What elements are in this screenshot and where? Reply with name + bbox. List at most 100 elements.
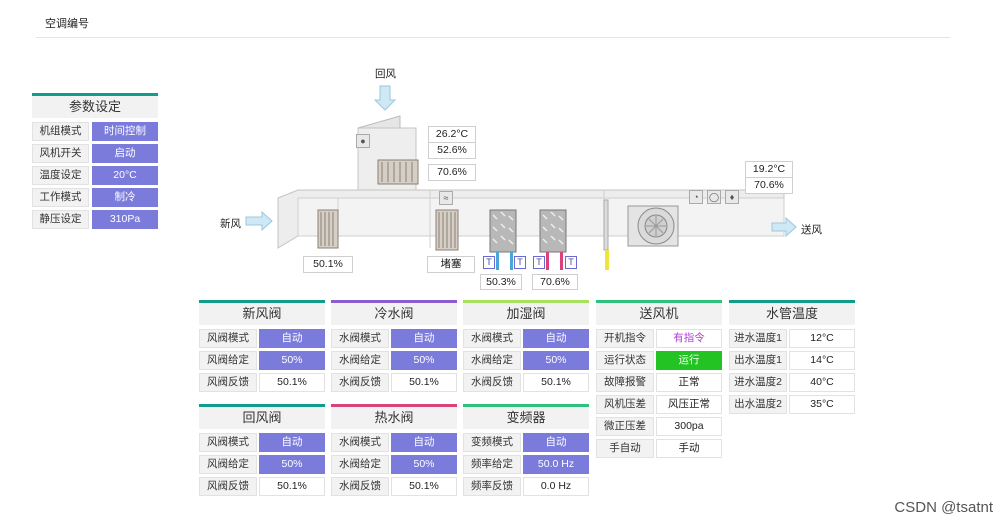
frequency-feedback-value: 0.0 Hz	[523, 477, 589, 496]
damper-setpoint-value[interactable]: 50%	[259, 455, 325, 474]
row-label: 水阀反馈	[331, 373, 389, 392]
row-label: 风阀模式	[199, 329, 257, 348]
row-label: 水阀模式	[463, 329, 521, 348]
param-label-temp-setpoint: 温度设定	[32, 166, 89, 185]
cold-valve-t-marker-2: T	[514, 256, 526, 269]
valve-mode-value[interactable]: 自动	[523, 329, 589, 348]
hot-valve-t-marker-2: T	[565, 256, 577, 269]
param-label-fan-switch: 风机开关	[32, 144, 89, 163]
param-label-static-pressure: 静压设定	[32, 210, 89, 229]
hot-valve-opening: 70.6%	[532, 274, 578, 290]
valve-setpoint-value[interactable]: 50%	[523, 351, 589, 370]
row-label: 水阀给定	[331, 455, 389, 474]
card-title: 回风阀	[199, 407, 325, 429]
row-label: 变频模式	[463, 433, 521, 452]
ahu-diagram: 回风 新风 送风 ● ≈ ◔ ◯ ♦ 26.2°C 52.6% 70.6% 19…	[200, 60, 840, 292]
card-humid-valve: 加湿阀 水阀模式 自动 水阀给定 50% 水阀反馈 50.1%	[463, 300, 589, 394]
valve-setpoint-value[interactable]: 50%	[391, 351, 457, 370]
card-title: 加湿阀	[463, 303, 589, 325]
cold-valve-opening: 50.3%	[480, 274, 522, 290]
row-label: 水阀反馈	[331, 477, 389, 496]
damper-setpoint-value[interactable]: 50%	[259, 351, 325, 370]
title-divider	[36, 37, 950, 38]
damper-mode-value[interactable]: 自动	[259, 433, 325, 452]
row-label: 风阀反馈	[199, 373, 257, 392]
fresh-damper-opening: 50.1%	[303, 256, 353, 273]
frequency-setpoint-value[interactable]: 50.0 Hz	[523, 455, 589, 474]
damper-mode-value[interactable]: 自动	[259, 329, 325, 348]
card-cold-valve: 冷水阀 水阀模式 自动 水阀给定 50% 水阀反馈 50.1%	[331, 300, 457, 394]
temperature-sensor-icon: ◯	[707, 190, 721, 204]
fan-pressure-value: 风压正常	[656, 395, 722, 414]
param-work-mode-value[interactable]: 制冷	[92, 188, 158, 207]
valve-mode-value[interactable]: 自动	[391, 433, 457, 452]
hot-valve-t-marker: T	[533, 256, 545, 269]
row-label: 微正压差	[596, 417, 654, 436]
row-label: 进水温度2	[729, 373, 787, 392]
card-supply-fan: 送风机 开机指令 有指令 运行状态 运行 故障报警 正常 风机压差 风压正常 微…	[596, 300, 722, 460]
damper-feedback-value: 50.1%	[259, 477, 325, 496]
row-label: 风阀模式	[199, 433, 257, 452]
card-title: 送风机	[596, 303, 722, 325]
vfd-mode-value[interactable]: 自动	[523, 433, 589, 452]
valve-feedback-value: 50.1%	[391, 477, 457, 496]
card-hot-valve: 热水阀 水阀模式 自动 水阀给定 50% 水阀反馈 50.1%	[331, 404, 457, 498]
return-air-label: 回风	[375, 68, 396, 80]
damper-feedback-value: 50.1%	[259, 373, 325, 392]
param-label-unit-mode: 机组模式	[32, 122, 89, 141]
row-label: 手自动	[596, 439, 654, 458]
fresh-air-label: 新风	[220, 218, 241, 230]
valve-feedback-value: 50.1%	[523, 373, 589, 392]
card-vfd: 变频器 变频模式 自动 频率给定 50.0 Hz 频率反馈 0.0 Hz	[463, 404, 589, 498]
valve-setpoint-value[interactable]: 50%	[391, 455, 457, 474]
return-temp-value: 26.2°C	[428, 126, 476, 143]
start-command-value: 有指令	[656, 329, 722, 348]
param-temp-setpoint-value[interactable]: 20°C	[92, 166, 158, 185]
param-panel: 参数设定 机组模式 时间控制 风机开关 启动 温度设定 20°C 工作模式 制冷…	[32, 93, 158, 230]
row-label: 故障报警	[596, 373, 654, 392]
humidity-sensor-icon: ●	[356, 134, 370, 148]
param-unit-mode-value[interactable]: 时间控制	[92, 122, 158, 141]
row-label: 风机压差	[596, 395, 654, 414]
row-label: 出水温度2	[729, 395, 787, 414]
row-label: 风阀反馈	[199, 477, 257, 496]
supply-temp-value: 19.2°C	[745, 161, 793, 178]
card-title: 冷水阀	[331, 303, 457, 325]
humidity-drop-icon: ♦	[725, 190, 739, 204]
valve-feedback-value: 50.1%	[391, 373, 457, 392]
micro-pressure-value: 300pa	[656, 417, 722, 436]
param-static-pressure-value[interactable]: 310Pa	[92, 210, 158, 229]
outlet-temp-1-value: 14°C	[789, 351, 855, 370]
card-fresh-valve: 新风阀 风阀模式 自动 风阀给定 50% 风阀反馈 50.1%	[199, 300, 325, 394]
filter-state-value: 堵塞	[427, 256, 475, 273]
row-label: 进水温度1	[729, 329, 787, 348]
row-label: 频率反馈	[463, 477, 521, 496]
row-label: 频率给定	[463, 455, 521, 474]
row-label: 风阀给定	[199, 351, 257, 370]
param-panel-title: 参数设定	[32, 96, 158, 118]
fault-alarm-value: 正常	[656, 373, 722, 392]
valve-mode-value[interactable]: 自动	[391, 329, 457, 348]
row-label: 开机指令	[596, 329, 654, 348]
return-humidity-value: 52.6%	[428, 142, 476, 159]
card-return-valve: 回风阀 风阀模式 自动 风阀给定 50% 风阀反馈 50.1%	[199, 404, 325, 498]
filter-pressure-icon: ≈	[439, 191, 453, 205]
card-water-temp: 水管温度 进水温度1 12°C 出水温度1 14°C 进水温度2 40°C 出水…	[729, 300, 855, 416]
inlet-temp-2-value: 40°C	[789, 373, 855, 392]
supply-air-label: 送风	[801, 224, 822, 236]
mid-humidity-value: 70.6%	[428, 164, 476, 181]
row-label: 水阀给定	[331, 351, 389, 370]
row-label: 风阀给定	[199, 455, 257, 474]
card-title: 变频器	[463, 407, 589, 429]
row-label: 水阀模式	[331, 433, 389, 452]
row-label: 水阀反馈	[463, 373, 521, 392]
pressure-gauge-icon: ◔	[689, 190, 703, 204]
card-title: 热水阀	[331, 407, 457, 429]
manual-auto-value[interactable]: 手动	[656, 439, 722, 458]
page-title: 空调编号	[45, 18, 89, 30]
run-status-badge: 运行	[656, 351, 722, 370]
param-fan-switch-value[interactable]: 启动	[92, 144, 158, 163]
watermark: CSDN @tsatnt	[894, 499, 993, 516]
outlet-temp-2-value: 35°C	[789, 395, 855, 414]
row-label: 水阀给定	[463, 351, 521, 370]
